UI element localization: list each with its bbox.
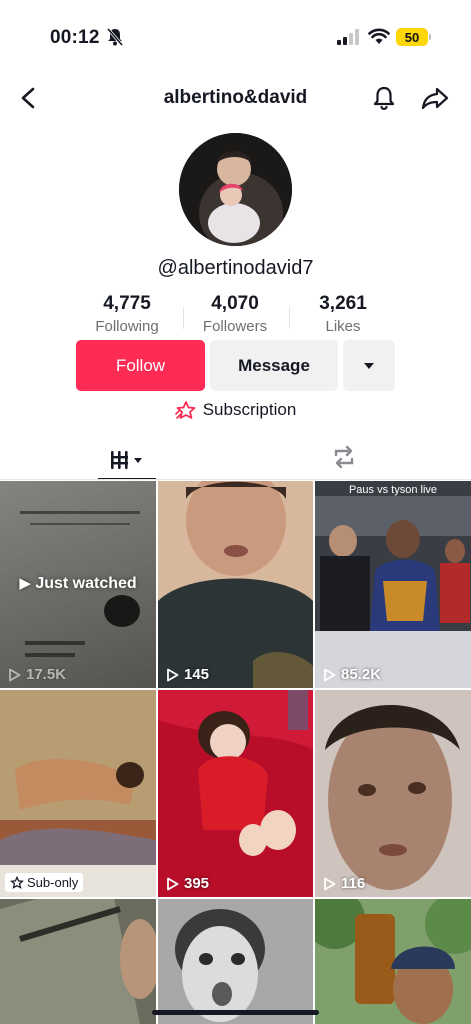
avatar-photo (179, 133, 292, 246)
stat-followers-value: 4,070 (211, 293, 259, 314)
more-dropdown-button[interactable] (343, 340, 395, 391)
subscription-star-icon (10, 876, 24, 889)
just-watched-label: ▶ Just watched (19, 575, 137, 592)
username: @albertinodavid7 (157, 257, 314, 279)
stat-followers-label: Followers (202, 318, 268, 335)
subscription-star-icon (174, 401, 196, 419)
view-count: 395 (166, 875, 209, 892)
sub-only-badge: Sub-only (5, 873, 84, 892)
boxing-thumbnail-art (315, 481, 471, 688)
status-time: 00:12 (50, 27, 100, 48)
tabs-divider (0, 479, 471, 480)
video-thumbnail[interactable]: 395 (158, 690, 313, 897)
play-icon (167, 668, 179, 681)
caret-down-icon (364, 362, 374, 369)
stat-following-label: Following (95, 318, 159, 335)
boy-selfie-thumbnail-art (158, 481, 313, 688)
repost-icon[interactable] (330, 443, 358, 471)
video-thumbnail[interactable]: 116 (315, 690, 471, 897)
video-thumbnail[interactable] (0, 899, 156, 1024)
stat-likes-value: 3,261 (319, 293, 367, 314)
signal-icon (337, 29, 359, 45)
play-icon (167, 877, 179, 890)
battery-cap (429, 34, 431, 40)
home-indicator (152, 1010, 319, 1015)
profile-title: albertino&david (163, 87, 308, 108)
share-icon[interactable] (421, 86, 449, 110)
video-thumbnail[interactable] (158, 899, 313, 1024)
wifi-icon (368, 28, 390, 44)
video-thumbnail[interactable]: Paus vs tyson live 85.2K (315, 481, 471, 688)
baby-thumbnail-art (158, 690, 313, 897)
stat-following[interactable]: 4,775 Following (67, 293, 187, 335)
video-thumbnail[interactable] (315, 899, 471, 1024)
stat-likes-label: Likes (325, 318, 361, 335)
bell-muted-icon (106, 28, 124, 46)
outdoor-thumbnail-art (315, 899, 471, 1024)
play-icon (324, 877, 336, 890)
video-caption: Paus vs tyson live (348, 484, 438, 496)
battery-indicator: 50 (396, 28, 428, 46)
view-count: 17.5K (8, 666, 66, 683)
video-thumbnail[interactable]: Sub-only (0, 690, 156, 897)
view-count: 85.2K (323, 666, 381, 683)
avatar[interactable] (179, 133, 292, 246)
video-thumbnail[interactable]: 145 (158, 481, 313, 688)
view-count: 116 (323, 875, 365, 892)
tab-videos[interactable] (98, 442, 156, 480)
subscription-link[interactable]: Subscription (0, 400, 471, 420)
window-thumbnail-art (0, 899, 156, 1024)
baby-face-thumbnail-art (158, 899, 313, 1024)
video-thumbnail[interactable]: ▶ Just watched 17.5K (0, 481, 156, 688)
videos-grid-icon (111, 451, 142, 469)
stat-following-value: 4,775 (103, 293, 151, 314)
boy-face-thumbnail-art (315, 690, 471, 897)
stat-followers[interactable]: 4,070 Followers (175, 293, 295, 335)
stat-likes[interactable]: 3,261 Likes (283, 293, 403, 335)
view-count: 145 (166, 666, 209, 683)
message-button[interactable]: Message (210, 340, 338, 391)
subscription-label: Subscription (202, 400, 297, 419)
follow-button[interactable]: Follow (76, 340, 205, 391)
play-icon (324, 668, 336, 681)
play-icon (9, 668, 21, 681)
bell-icon[interactable] (372, 85, 396, 111)
painting-thumbnail-art (0, 690, 156, 897)
